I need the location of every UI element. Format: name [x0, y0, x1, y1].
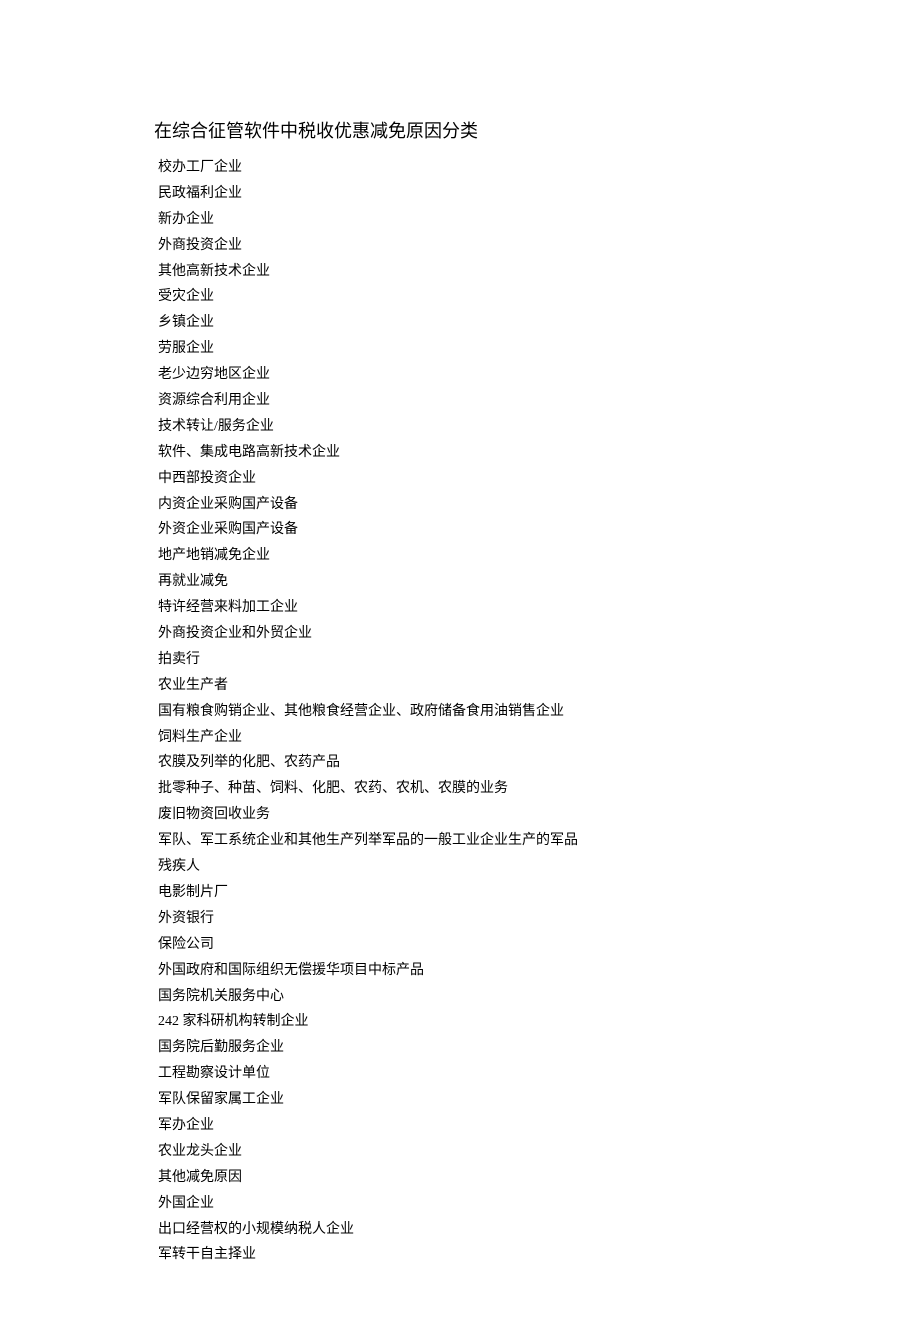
- list-item: 老少边穷地区企业: [154, 362, 820, 388]
- list-item: 外国企业: [154, 1191, 820, 1217]
- list-item: 军队保留家属工企业: [154, 1087, 820, 1113]
- list-item: 乡镇企业: [154, 310, 820, 336]
- list-item: 工程勘察设计单位: [154, 1061, 820, 1087]
- list-item: 242 家科研机构转制企业: [154, 1009, 820, 1035]
- list-item: 技术转让/服务企业: [154, 414, 820, 440]
- category-list: 校办工厂企业民政福利企业新办企业外商投资企业其他高新技术企业受灾企业乡镇企业劳服…: [154, 155, 820, 1268]
- list-item: 软件、集成电路高新技术企业: [154, 440, 820, 466]
- list-item: 民政福利企业: [154, 181, 820, 207]
- list-item: 农业龙头企业: [154, 1139, 820, 1165]
- list-item: 农膜及列举的化肥、农药产品: [154, 750, 820, 776]
- list-item: 外商投资企业和外贸企业: [154, 621, 820, 647]
- list-item: 其他高新技术企业: [154, 259, 820, 285]
- list-item: 特许经营来料加工企业: [154, 595, 820, 621]
- list-item: 国务院机关服务中心: [154, 984, 820, 1010]
- document-content: 在综合征管软件中税收优惠减免原因分类 校办工厂企业民政福利企业新办企业外商投资企…: [0, 118, 920, 1268]
- list-item: 拍卖行: [154, 647, 820, 673]
- list-item: 电影制片厂: [154, 880, 820, 906]
- list-item: 军转干自主择业: [154, 1242, 820, 1268]
- list-item: 国有粮食购销企业、其他粮食经营企业、政府储备食用油销售企业: [154, 699, 820, 725]
- list-item: 资源综合利用企业: [154, 388, 820, 414]
- list-item: 再就业减免: [154, 569, 820, 595]
- list-item: 劳服企业: [154, 336, 820, 362]
- list-item: 内资企业采购国产设备: [154, 492, 820, 518]
- list-item: 新办企业: [154, 207, 820, 233]
- list-item: 地产地销减免企业: [154, 543, 820, 569]
- list-item: 出口经营权的小规模纳税人企业: [154, 1217, 820, 1243]
- list-item: 外国政府和国际组织无偿援华项目中标产品: [154, 958, 820, 984]
- list-item: 外商投资企业: [154, 233, 820, 259]
- list-item: 军办企业: [154, 1113, 820, 1139]
- list-item: 国务院后勤服务企业: [154, 1035, 820, 1061]
- list-item: 其他减免原因: [154, 1165, 820, 1191]
- list-item: 废旧物资回收业务: [154, 802, 820, 828]
- document-title: 在综合征管软件中税收优惠减免原因分类: [154, 118, 820, 145]
- list-item: 中西部投资企业: [154, 466, 820, 492]
- list-item: 校办工厂企业: [154, 155, 820, 181]
- list-item: 饲料生产企业: [154, 725, 820, 751]
- list-item: 外资企业采购国产设备: [154, 517, 820, 543]
- list-item: 外资银行: [154, 906, 820, 932]
- list-item: 批零种子、种苗、饲料、化肥、农药、农机、农膜的业务: [154, 776, 820, 802]
- list-item: 军队、军工系统企业和其他生产列举军品的一般工业企业生产的军品: [154, 828, 820, 854]
- list-item: 保险公司: [154, 932, 820, 958]
- list-item: 残疾人: [154, 854, 820, 880]
- list-item: 农业生产者: [154, 673, 820, 699]
- list-item: 受灾企业: [154, 284, 820, 310]
